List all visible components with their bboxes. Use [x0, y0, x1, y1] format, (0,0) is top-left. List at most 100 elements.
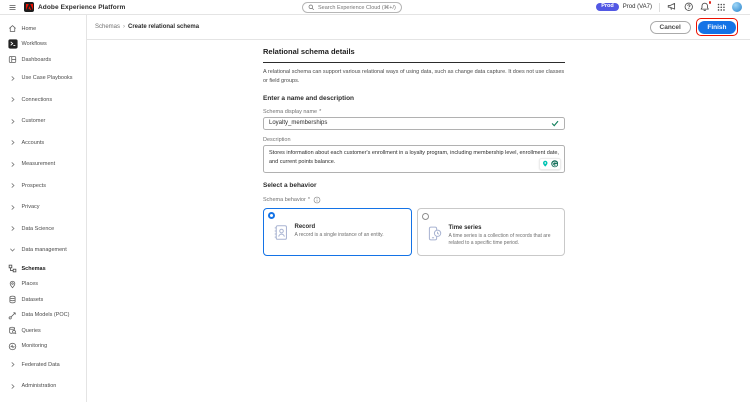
description-value: Stores information about each customer's…	[269, 150, 559, 165]
breadcrumb: Schemas › Create relational schema	[95, 24, 199, 30]
sidebar-item-queries[interactable]: Queries	[0, 323, 86, 339]
sidebar-item-prospects[interactable]: Prospects	[0, 175, 86, 197]
sidebar-item-label: Accounts	[21, 139, 45, 146]
chevron-right-icon	[7, 96, 18, 103]
sidebar-item-label: Measurement	[21, 161, 56, 168]
info-icon[interactable]	[313, 196, 321, 204]
sidebar-item-label: Dashboards	[21, 56, 52, 63]
search-input[interactable]: Search Experience Cloud (⌘+/)	[302, 2, 402, 13]
sidebar-item-label: Privacy	[21, 204, 40, 211]
chevron-right-icon	[7, 225, 18, 232]
home-icon	[7, 24, 18, 33]
sidebar-item-datasets[interactable]: Datasets	[0, 292, 86, 308]
help-icon[interactable]	[684, 2, 694, 12]
workflows-icon	[7, 39, 18, 49]
description-textarea[interactable]: Stores information about each customer's…	[263, 144, 565, 173]
sidebar-item-label: Home	[21, 25, 37, 32]
record-title: Record	[294, 224, 316, 231]
environment-name[interactable]: Prod (VA7)	[623, 4, 652, 10]
suggestion-pin-icon	[543, 160, 548, 167]
name-section-heading: Enter a name and description	[263, 95, 355, 103]
grammarly-widget[interactable]	[539, 158, 561, 170]
breadcrumb-schemas[interactable]: Schemas	[95, 24, 120, 30]
chevron-down-icon	[7, 247, 18, 253]
datasets-icon	[7, 295, 18, 304]
behavior-card-time-series[interactable]: Time series A time series is a collectio…	[416, 207, 565, 256]
sidebar-item-label: Data Models (POC)	[21, 312, 70, 319]
chevron-right-icon	[7, 118, 18, 125]
sidebar-item-label: Connections	[21, 96, 53, 103]
sidebar-item-label: Administration	[21, 383, 57, 390]
sidebar-item-customer[interactable]: Customer	[0, 111, 86, 133]
sidebar-item-label: Monitoring	[21, 343, 48, 350]
sidebar-item-connections[interactable]: Connections	[0, 89, 86, 111]
breadcrumb-separator: ›	[123, 24, 126, 30]
queries-icon	[7, 326, 18, 335]
radio-record[interactable]	[267, 212, 275, 220]
sidebar-item-data-management[interactable]: Data management	[0, 240, 86, 262]
behavior-options: Record A record is a single instance of …	[263, 207, 565, 256]
sidebar-item-label: Use Case Playbooks	[21, 75, 73, 82]
chevron-right-icon	[7, 75, 18, 82]
schemas-icon	[7, 264, 18, 273]
action-bar: Schemas › Create relational schema Cance…	[87, 15, 750, 40]
places-icon	[7, 280, 18, 289]
top-bar: Adobe Experience Platform Search Experie…	[0, 0, 750, 15]
sidebar-item-schemas[interactable]: Schemas	[0, 261, 86, 277]
chevron-right-icon	[7, 161, 18, 168]
description-label: Description	[263, 136, 291, 143]
schema-display-name-input[interactable]: Loyalty_memberships	[263, 117, 565, 130]
time-series-device-clock-icon	[428, 226, 441, 241]
sidebar-item-measurement[interactable]: Measurement	[0, 154, 86, 176]
behavior-section-heading: Select a behavior	[263, 181, 317, 189]
feedback-icon[interactable]	[667, 2, 677, 12]
annotation-highlight: Finish	[695, 18, 738, 36]
sidebar-item-label: Federated Data	[21, 361, 60, 368]
sidebar-item-administration[interactable]: Administration	[0, 376, 86, 398]
sidebar-item-places[interactable]: Places	[0, 277, 86, 293]
data-models-icon	[7, 311, 18, 320]
time-series-description: A time series is a collection of records…	[448, 232, 551, 247]
sidebar-item-label: Data Science	[21, 225, 55, 232]
sidebar-item-label: Workflows	[21, 41, 47, 48]
chevron-right-icon	[7, 361, 18, 368]
behavior-card-record[interactable]: Record A record is a single instance of …	[263, 207, 412, 256]
search-icon	[308, 4, 315, 11]
sidebar-item-label: Schemas	[21, 265, 46, 272]
cancel-button[interactable]: Cancel	[649, 20, 691, 34]
sidebar-item-data-models-poc[interactable]: Data Models (POC)	[0, 308, 86, 324]
sidebar-item-label: Prospects	[21, 182, 46, 189]
display-name-label: Schema display name *	[263, 109, 322, 116]
dashboards-icon	[7, 55, 18, 64]
environment-badge[interactable]: Prod	[596, 2, 619, 12]
monitoring-icon	[7, 342, 18, 351]
required-asterisk: *	[319, 109, 322, 116]
chevron-right-icon	[7, 204, 18, 211]
adobe-logo	[24, 2, 34, 12]
chevron-right-icon	[7, 139, 18, 146]
finish-button[interactable]: Finish	[698, 20, 736, 34]
sidebar-item-privacy[interactable]: Privacy	[0, 197, 86, 219]
intro-text: A relational schema can support various …	[263, 69, 565, 85]
sidebar-item-label: Datasets	[21, 296, 44, 303]
sidebar-item-dashboards[interactable]: Dashboards	[0, 52, 86, 68]
sidebar-item-label: Places	[21, 281, 39, 288]
record-description: A record is a single instance of an enti…	[294, 232, 384, 239]
avatar[interactable]	[732, 2, 742, 12]
display-name-value: Loyalty_memberships	[269, 120, 328, 127]
sidebar-item-workflows[interactable]: Workflows	[0, 37, 86, 53]
notifications-icon[interactable]	[700, 0, 712, 12]
sidebar-item-federated-data[interactable]: Federated Data	[0, 354, 86, 376]
app-title: Adobe Experience Platform	[38, 3, 126, 11]
sidebar-item-data-science[interactable]: Data Science	[0, 218, 86, 240]
page-title: Relational schema details	[263, 47, 565, 63]
chevron-right-icon	[7, 182, 18, 189]
hamburger-menu-icon[interactable]	[8, 3, 17, 12]
radio-time-series[interactable]	[421, 212, 429, 220]
schema-behavior-label: Schema behavior *	[263, 196, 565, 204]
sidebar-item-monitoring[interactable]: Monitoring	[0, 339, 86, 355]
sidebar-item-use-case-playbooks[interactable]: Use Case Playbooks	[0, 68, 86, 90]
sidebar-item-accounts[interactable]: Accounts	[0, 132, 86, 154]
apps-grid-icon[interactable]	[717, 3, 726, 12]
sidebar-item-home[interactable]: Home	[0, 21, 86, 37]
